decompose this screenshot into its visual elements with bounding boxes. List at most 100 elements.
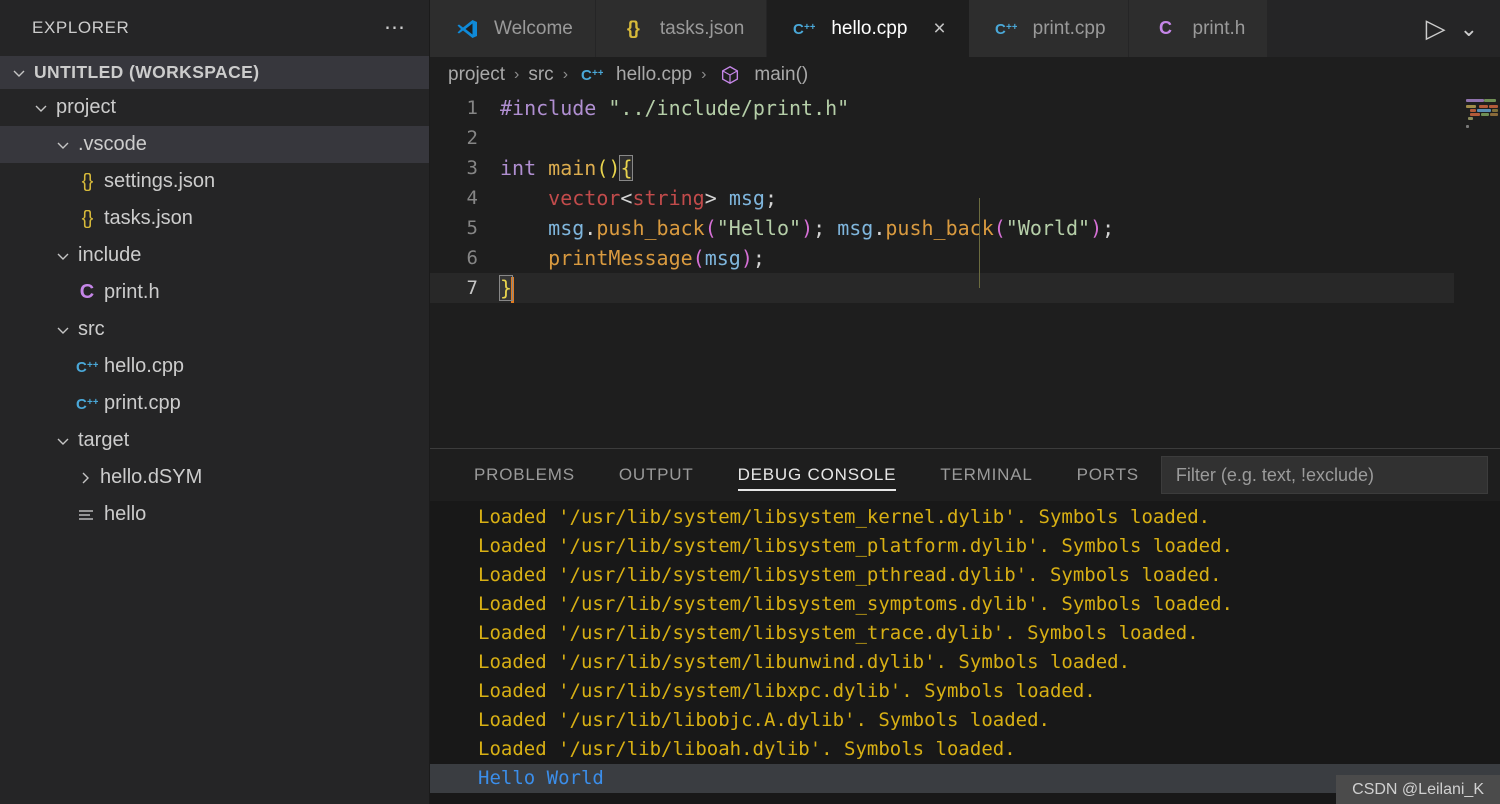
code-token: "World" [1005,216,1091,240]
tree-folder-project[interactable]: project [0,89,429,126]
minimap-block [1481,113,1489,116]
code-line: 6 printMessage(msg); [430,243,1500,273]
code-lines: 1 #include "../include/print.h" 2 3 int main… [430,93,1500,303]
explorer-title: EXPLORER [32,18,130,37]
breadcrumb-separator: › [514,66,520,83]
console-log-line: Loaded '/usr/lib/system/libsystem_kernel… [478,506,1211,528]
code-token: > [704,186,729,210]
tree-file-hello[interactable]: hello [0,496,429,533]
file-tree: project .vscode {} settings.json {} tasks.jso… [0,89,429,533]
code-token: ; [752,246,765,270]
code-token: msg [704,246,741,270]
chevron-down-icon [50,433,76,449]
chevron-down-icon [28,100,54,116]
tree-folder-target[interactable]: target [0,422,429,459]
minimap[interactable] [1454,93,1500,448]
tab-tasks-json[interactable]: {} tasks.json [595,0,768,57]
panel-tab-problems[interactable]: PROBLEMS [452,449,597,501]
code-token: ( [993,216,1006,240]
tree-folder--vscode[interactable]: .vscode [0,126,429,163]
minimap-block [1466,105,1476,108]
minimap-block [1468,117,1473,120]
editor-area: Welcome{} tasks.json C ++ hello.cpp × C ++ print… [430,0,1500,804]
panel-tab-bar: PROBLEMS OUTPUT DEBUG CONSOLE TERMINAL PORTS [430,449,1500,501]
close-icon[interactable]: × [933,18,945,39]
filter-input[interactable] [1160,456,1488,494]
breadcrumb-item-project[interactable]: project [448,64,505,86]
bottom-panel: PROBLEMS OUTPUT DEBUG CONSOLE TERMINAL PORTS… [430,448,1500,804]
code-line-text: msg.push_back("Hello"); msg.push_back("W… [500,213,1114,243]
panel-tab-terminal[interactable]: TERMINAL [918,449,1054,501]
tree-folder-src[interactable]: src [0,311,429,348]
tree-file-print-h[interactable]: Cprint.h [0,274,429,311]
breadcrumb-item-src[interactable]: src [528,64,553,86]
panel-tab-debug-console[interactable]: DEBUG CONSOLE [716,449,919,501]
code-token: msg [837,216,874,240]
chevron-down-icon [6,65,32,81]
explorer-header: EXPLORER ⋯ [0,0,429,56]
code-line: 3 int main(){ [430,153,1500,183]
run-button[interactable]: ▷ [1426,13,1446,44]
line-number: 5 [466,217,478,239]
console-log-line: Loaded '/usr/lib/system/libunwind.dylib'… [478,651,1131,673]
console-log-line: Loaded '/usr/lib/system/libsystem_trace.… [478,622,1199,644]
tree-file-settings-json[interactable]: {} settings.json [0,163,429,200]
code-token: ; [813,216,838,240]
tab-welcome[interactable]: Welcome [430,0,596,57]
breadcrumb-item-main-[interactable]: main() [715,64,808,86]
breadcrumb: project › src › C ++ hello.cpp › main() [430,57,1500,93]
svg-text:++: ++ [1006,22,1017,33]
console-log-line: Loaded '/usr/lib/system/libsystem_pthrea… [478,564,1222,586]
breadcrumb-item-hello-cpp[interactable]: C ++ hello.cpp [577,64,692,86]
code-token: . [584,216,597,240]
minimap-block [1479,105,1488,108]
breadcrumb-label: project [448,64,506,85]
workspace-root-row[interactable]: UNTITLED (WORKSPACE) [0,56,429,89]
code-token: () [596,156,621,180]
tree-item-label: hello.dSYM [100,466,203,488]
svg-text:++: ++ [592,68,603,79]
minimap-block [1470,109,1476,112]
tree-file-hello-cpp[interactable]: C ++ hello.cpp [0,348,429,385]
code-line: 7} [430,273,1500,303]
code-token: push_back [885,216,994,240]
tab-hello-cpp[interactable]: C ++ hello.cpp × [767,0,969,57]
chevron-down-button[interactable]: ⌄ [1460,16,1478,42]
editor-actions: ▷ ⌄ [1401,0,1500,57]
breadcrumb-label: main() [754,64,809,85]
debug-console-output[interactable]: Loaded '/usr/lib/system/libsystem_kernel… [430,501,1500,804]
code-line: 1 #include "../include/print.h" [430,93,1500,123]
minimap-block [1466,125,1469,128]
ellipsis-icon[interactable]: ⋯ [384,17,407,38]
workspace-label: UNTITLED (WORKSPACE) [34,62,260,82]
tree-file-tasks-json[interactable]: {} tasks.json [0,200,429,237]
panel-tab-output[interactable]: OUTPUT [597,449,716,501]
tree-folder-hello-dsym[interactable]: hello.dSYM [0,459,429,496]
code-token: ; [1102,216,1115,240]
binary-icon [72,508,102,522]
code-line: 5 msg.push_back("Hello"); msg.push_back(… [430,213,1500,243]
code-token: msg [728,186,765,210]
breadcrumb-label: hello.cpp [616,64,693,85]
code-token: main [548,156,597,180]
tree-item-label: tasks.json [104,207,193,229]
tab-print-cpp[interactable]: C ++ print.cpp [968,0,1129,57]
tree-item-label: hello.cpp [104,355,185,377]
chevron-down-icon [50,248,76,264]
tab-print-h[interactable]: Cprint.h [1128,0,1269,57]
code-editor[interactable]: 1 #include "../include/print.h" 2 3 int main… [430,93,1500,448]
json-icon: {} [626,18,640,38]
tree-file-print-cpp[interactable]: C ++ print.cpp [0,385,429,422]
svg-text:C: C [581,67,592,84]
line-number: 4 [466,187,478,209]
vscode-window: EXPLORER ⋯ UNTITLED (WORKSPACE) project.… [0,0,1500,804]
code-token: ; [764,186,777,210]
tree-item-label: settings.json [104,170,216,192]
code-token: ) [740,246,753,270]
minimap-block [1490,113,1498,116]
panel-tab-ports[interactable]: PORTS [1055,449,1161,501]
tree-folder-include[interactable]: include [0,237,429,274]
